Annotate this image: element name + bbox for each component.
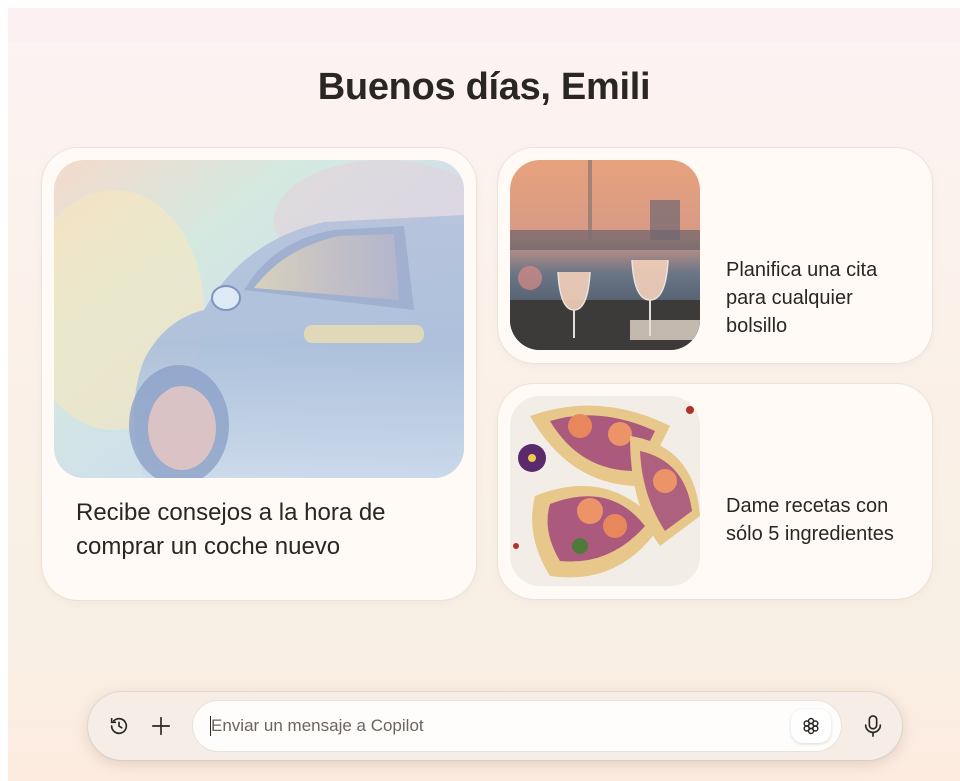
- chat-composer: [88, 692, 902, 760]
- greeting-title: Buenos días, Emili: [317, 66, 651, 108]
- tacos-image: [510, 396, 700, 586]
- history-icon[interactable]: [102, 709, 136, 743]
- microphone-icon[interactable]: [856, 709, 890, 743]
- car-image: [54, 160, 464, 478]
- suggestion-card-car[interactable]: Recibe consejos a la hora de comprar un …: [42, 148, 476, 600]
- plus-icon[interactable]: [144, 709, 178, 743]
- card-title: Dame recetas con sólo 5 ingredientes: [726, 495, 894, 545]
- card-title: Recibe consejos a la hora de comprar un …: [76, 499, 386, 560]
- smart-mode-icon[interactable]: [791, 709, 831, 743]
- message-input-wrapper: [193, 701, 841, 751]
- copilot-home: Buenos días, Emili Recibe consejos a la …: [8, 8, 960, 781]
- card-title: Planifica una cita para cualquier bolsil…: [726, 259, 878, 337]
- wine-glasses-image: [510, 160, 700, 350]
- suggestion-card-recipes[interactable]: Dame recetas con sólo 5 ingredientes: [498, 384, 932, 599]
- message-input[interactable]: [211, 701, 771, 751]
- top-strip: [8, 8, 960, 42]
- suggestion-card-date[interactable]: Planifica una cita para cualquier bolsil…: [498, 148, 932, 363]
